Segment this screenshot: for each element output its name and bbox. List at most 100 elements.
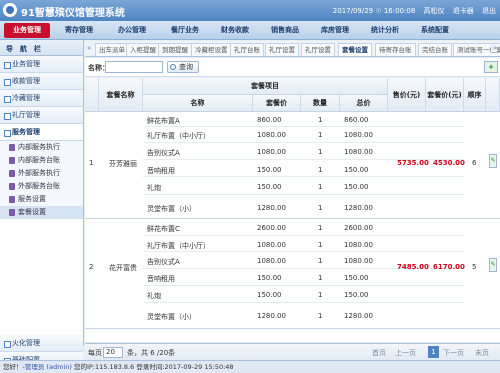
menu-warehouse[interactable]: 库房管理 xyxy=(313,23,357,38)
sidebar-item-package-settings[interactable]: 套餐设置 xyxy=(0,206,83,219)
status-greeting: 您好！- xyxy=(3,363,25,371)
per-page-label: 每页 xyxy=(88,349,102,357)
col-header-qty: 数量 xyxy=(301,95,340,112)
item-qty: 1 xyxy=(318,204,323,212)
status-user: 管理员 (admin) xyxy=(24,363,72,371)
item-price: 150.00 xyxy=(257,166,282,174)
tab[interactable]: 待寄存台账 xyxy=(375,43,416,56)
sidebar-item-internal-exec[interactable]: 内部服务执行 xyxy=(0,141,83,154)
col-header-unit-price: 套餐价 xyxy=(253,95,301,112)
row-number: 2 xyxy=(89,263,94,271)
search-input[interactable] xyxy=(105,61,163,73)
row-divider xyxy=(143,142,464,143)
sidebar-header: 导 航 栏 xyxy=(0,40,83,56)
item-price: 150.00 xyxy=(257,274,282,282)
card-reader-link[interactable]: 退卡器 xyxy=(453,7,474,15)
sidebar-item-service-settings[interactable]: 服务设置 xyxy=(0,193,83,206)
item-price: 150.00 xyxy=(257,291,282,299)
item-name: 告别仪式A xyxy=(147,258,180,266)
item-qty: 1 xyxy=(318,116,323,124)
sidebar-group-payment[interactable]: 收款管理 xyxy=(0,73,83,90)
sidebar-item-internal-ledger[interactable]: 内部服务台账 xyxy=(0,154,83,167)
sidebar-header-char: 栏 xyxy=(34,45,41,53)
edit-button[interactable]: ✎ xyxy=(489,154,497,168)
tab[interactable]: 礼厅设置 xyxy=(265,43,299,56)
edit-button[interactable]: ✎ xyxy=(489,258,497,272)
title-bar: 91智慧殡仪馆管理系统 2017/09/29 ☉ 16:00:08 高松仪 退卡… xyxy=(0,0,500,21)
menu-statistics[interactable]: 统计分析 xyxy=(363,23,407,38)
user-name[interactable]: 高松仪 xyxy=(424,7,445,15)
item-name: 告别仪式A xyxy=(147,149,180,157)
item-name: 礼炮 xyxy=(147,184,161,192)
sidebar-group-hall[interactable]: 礼厅管理 xyxy=(0,107,83,124)
current-page[interactable]: 1 xyxy=(428,346,439,358)
tab[interactable]: 出车派单 xyxy=(95,43,129,56)
item-price: 1080.00 xyxy=(257,131,286,139)
sidebar-group-cold-storage[interactable]: 冷藏管理 xyxy=(0,90,83,107)
sale-price: 7485.00 xyxy=(397,263,429,271)
tab[interactable]: 礼厅设置 xyxy=(301,43,335,56)
item-qty: 1 xyxy=(318,166,323,174)
item-name: 礼厅布置（中小厅） xyxy=(147,242,210,250)
first-page-button[interactable]: 首页 xyxy=(372,348,386,358)
row-divider xyxy=(143,251,464,252)
package-price: 6170.00 xyxy=(433,263,465,271)
tab-scroll-left-icon[interactable]: « xyxy=(87,44,91,52)
item-qty: 1 xyxy=(318,291,323,299)
search-button[interactable]: 查询 xyxy=(167,61,199,73)
tab-scroll-right-icon[interactable]: » xyxy=(491,44,498,52)
status-bar: 您好！-管理员 (admin) 您的IP:115.183.8.6 登录时间:20… xyxy=(0,360,500,373)
header-info: 2017/09/29 ☉ 16:00:08 高松仪 退卡器 退出 xyxy=(327,6,496,16)
exit-link[interactable]: 退出 xyxy=(482,7,496,15)
menu-canteen[interactable]: 餐厅业务 xyxy=(163,23,207,38)
tab-package-settings[interactable]: 套餐设置 xyxy=(338,43,372,56)
search-icon xyxy=(170,64,176,70)
tab[interactable]: 到期提醒 xyxy=(158,43,192,56)
sidebar-group-business[interactable]: 业务管理 xyxy=(0,56,83,73)
item-name: 音响租用 xyxy=(147,275,175,283)
row-divider xyxy=(143,176,464,177)
main-menu: 业务管理 寄存管理 办公管理 餐厅业务 财务收款 销售商品 库房管理 统计分析 … xyxy=(0,21,500,40)
search-button-label: 查询 xyxy=(179,63,193,71)
pagination-bar: 每页 20 条，共 6 /20条 首页 上一页 1 下一页 末页 xyxy=(85,343,500,360)
menu-finance[interactable]: 财务收款 xyxy=(213,23,257,38)
last-page-button[interactable]: 末页 xyxy=(475,348,489,358)
tab[interactable]: 冷藏柜设置 xyxy=(191,43,232,56)
item-qty: 1 xyxy=(318,241,323,249)
menu-goods[interactable]: 销售商品 xyxy=(263,23,307,38)
app-title: 91智慧殡仪馆管理系统 xyxy=(21,8,125,19)
group-divider xyxy=(85,218,500,219)
item-name: 灵堂布置（小） xyxy=(147,313,196,321)
datetime: 2017/09/29 ☉ 16:00:08 xyxy=(332,7,416,15)
package-name: 芬芳雅丽 xyxy=(109,160,137,168)
item-total: 1080.00 xyxy=(344,241,373,249)
tab[interactable]: 礼厅台账 xyxy=(230,43,264,56)
sidebar-group-service[interactable]: 服务管理 xyxy=(0,124,83,141)
item-total: 150.00 xyxy=(344,291,369,299)
item-total: 1080.00 xyxy=(344,131,373,139)
tab-bar: « 出车派单 入柜提醒 到期提醒 冷藏柜设置 礼厅台账 礼厅设置 礼厅设置 套餐… xyxy=(85,41,500,57)
col-header-name: 名称 xyxy=(143,95,253,112)
sidebar-group-cremation[interactable]: 火化管理 xyxy=(0,335,83,352)
next-page-button[interactable]: 下一页 xyxy=(443,348,464,358)
item-name: 鲜花布置A xyxy=(147,117,180,125)
menu-business[interactable]: 业务管理 xyxy=(4,23,50,38)
sidebar-item-external-exec[interactable]: 外部服务执行 xyxy=(0,167,83,180)
sidebar-item-external-ledger[interactable]: 外部服务台账 xyxy=(0,180,83,193)
add-button[interactable]: + xyxy=(484,61,498,73)
item-qty: 1 xyxy=(318,312,323,320)
tab[interactable]: 入柜提醒 xyxy=(126,43,160,56)
item-price: 1280.00 xyxy=(257,312,286,320)
per-page-select[interactable]: 20 xyxy=(103,347,123,358)
package-price: 4530.00 xyxy=(433,159,465,167)
menu-storage[interactable]: 寄存管理 xyxy=(57,23,101,38)
group-divider xyxy=(85,328,500,329)
package-name: 花开富贵 xyxy=(109,264,137,272)
tab[interactable]: 完结台账 xyxy=(418,43,452,56)
prev-page-button[interactable]: 上一页 xyxy=(395,348,416,358)
row-divider xyxy=(143,235,464,236)
item-qty: 1 xyxy=(318,224,323,232)
menu-office[interactable]: 办公管理 xyxy=(110,23,154,38)
item-qty: 1 xyxy=(318,148,323,156)
menu-settings[interactable]: 系统配置 xyxy=(413,23,457,38)
